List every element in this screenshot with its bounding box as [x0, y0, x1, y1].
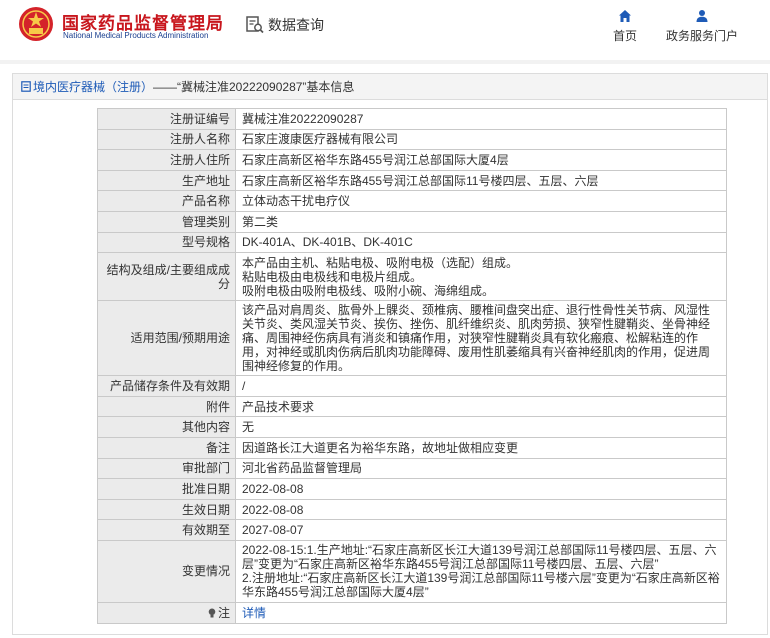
- table-row: 变更情况 2022-08-15:1.生产地址:“石家庄高新区长江大道139号润江总…: [97, 539, 727, 603]
- row-label: 变更情况: [97, 539, 236, 603]
- row-value: 石家庄高新区裕华东路455号润江总部国际大厦4层: [235, 149, 727, 171]
- row-value: 该产品对肩周炎、肱骨外上髁炎、颈椎病、腰椎间盘突出症、退行性骨性关节病、风湿性关…: [235, 300, 727, 377]
- site-header: 国家药品监督管理局 National Medical Products Admi…: [0, 0, 770, 50]
- document-icon: [21, 81, 31, 92]
- table-row: 生产地址 石家庄高新区裕华东路455号润江总部国际11号楼四层、五层、六层: [97, 169, 727, 192]
- row-value: 立体动态干扰电疗仪: [235, 190, 727, 212]
- row-value: 因道路长江大道更名为裕华东路，故地址做相应变更: [235, 436, 727, 459]
- row-label: 生效日期: [97, 498, 236, 521]
- row-value: /: [235, 375, 727, 397]
- nav-services[interactable]: 政务服务门户: [660, 8, 744, 44]
- row-value: 冀械注准20222090287: [235, 108, 727, 130]
- table-row-note: 注 详情: [97, 601, 727, 624]
- row-value: 产品技术要求: [235, 395, 727, 418]
- table-row: 适用范围/预期用途 该产品对肩周炎、肱骨外上髁炎、颈椎病、腰椎间盘突出症、退行性骨…: [97, 300, 727, 377]
- row-value: DK-401A、DK-401B、DK-401C: [235, 231, 727, 254]
- breadcrumb-separator: ——: [153, 79, 178, 94]
- table-row: 其他内容无: [97, 416, 727, 438]
- breadcrumb-record-title: “冀械注准20222090287”基本信息: [177, 80, 355, 94]
- row-value: 石家庄高新区裕华东路455号润江总部国际11号楼四层、五层、六层: [235, 169, 727, 192]
- row-label: 备注: [97, 436, 236, 459]
- row-value: 2022-08-15:1.生产地址:“石家庄高新区长江大道139号润江总部国际1…: [235, 539, 727, 603]
- table-row: 注册人住所 石家庄高新区裕华东路455号润江总部国际大厦4层: [97, 149, 727, 171]
- row-label: 管理类别: [97, 210, 236, 233]
- table-row: 管理类别 第二类: [97, 210, 727, 233]
- row-value: 2022-08-08: [235, 478, 727, 500]
- row-label-note: 注: [97, 601, 236, 624]
- row-label: 型号规格: [97, 231, 236, 254]
- table-row: 结构及组成/主要组成成分 本产品由主机、粘贴电极、吸附电极（选配）组成。 粘贴电极…: [97, 252, 727, 302]
- table-row: 注册人名称 石家庄渡康医疗器械有限公司: [97, 128, 727, 151]
- row-value-note: 详情: [235, 601, 727, 624]
- header-divider: [0, 60, 770, 64]
- row-label: 注册人名称: [97, 128, 236, 151]
- row-value: 石家庄渡康医疗器械有限公司: [235, 128, 727, 151]
- table-row: 型号规格 DK-401A、DK-401B、DK-401C: [97, 231, 727, 254]
- home-icon: [619, 10, 631, 22]
- row-label: 批准日期: [97, 478, 236, 500]
- table-row: 生效日期 2022-08-08: [97, 498, 727, 521]
- row-label: 产品储存条件及有效期: [97, 375, 236, 397]
- table-row: 注册证编号 冀械注准20222090287: [97, 108, 727, 130]
- site-subtitle: National Medical Products Administration: [63, 31, 209, 40]
- row-label: 注册人住所: [97, 149, 236, 171]
- user-icon: [696, 10, 708, 22]
- row-value: 无: [235, 416, 727, 438]
- row-label: 结构及组成/主要组成成分: [97, 252, 236, 302]
- note-label: 注: [217, 605, 230, 620]
- detail-panel: 境内医疗器械（注册） —— “冀械注准20222090287”基本信息 注册证编…: [12, 73, 768, 635]
- row-label: 有效期至: [97, 519, 236, 541]
- row-label: 产品名称: [97, 190, 236, 212]
- row-label: 审批部门: [97, 457, 236, 480]
- breadcrumb: 境内医疗器械（注册） —— “冀械注准20222090287”基本信息: [13, 74, 767, 100]
- details-link[interactable]: 详情: [242, 606, 266, 620]
- breadcrumb-category-link[interactable]: 境内医疗器械（注册）: [33, 78, 153, 95]
- row-value: 2022-08-08: [235, 498, 727, 521]
- row-label: 附件: [97, 395, 236, 418]
- row-label: 生产地址: [97, 169, 236, 192]
- search-document-icon: [246, 16, 264, 34]
- data-query-title: 数据查询: [246, 14, 324, 36]
- nav-home[interactable]: 首页: [604, 8, 646, 44]
- table-row: 产品储存条件及有效期 /: [97, 375, 727, 397]
- table-row: 附件 产品技术要求: [97, 395, 727, 418]
- nav-home-label: 首页: [612, 29, 637, 43]
- table-row: 备注 因道路长江大道更名为裕华东路，故地址做相应变更: [97, 436, 727, 459]
- data-query-label: 数据查询: [268, 17, 324, 33]
- table-row: 产品名称 立体动态干扰电疗仪: [97, 190, 727, 212]
- table-row: 审批部门 河北省药品监督管理局: [97, 457, 727, 480]
- nav-services-label: 政务服务门户: [665, 29, 738, 43]
- lightbulb-icon: [208, 608, 216, 618]
- row-label: 注册证编号: [97, 108, 236, 130]
- row-value: 第二类: [235, 210, 727, 233]
- row-label: 适用范围/预期用途: [97, 300, 236, 377]
- table-row: 有效期至 2027-08-07: [97, 519, 727, 541]
- table-row: 批准日期 2022-08-08: [97, 478, 727, 500]
- row-value: 河北省药品监督管理局: [235, 457, 727, 480]
- row-value: 本产品由主机、粘贴电极、吸附电极（选配）组成。 粘贴电极由电极线和电极片组成。 …: [235, 252, 727, 302]
- row-value: 2027-08-07: [235, 519, 727, 541]
- national-emblem-icon: [19, 7, 53, 41]
- row-label: 其他内容: [97, 416, 236, 438]
- record-details-table: 注册证编号 冀械注准20222090287 注册人名称 石家庄渡康医疗器械有限公司 注册…: [97, 108, 727, 624]
